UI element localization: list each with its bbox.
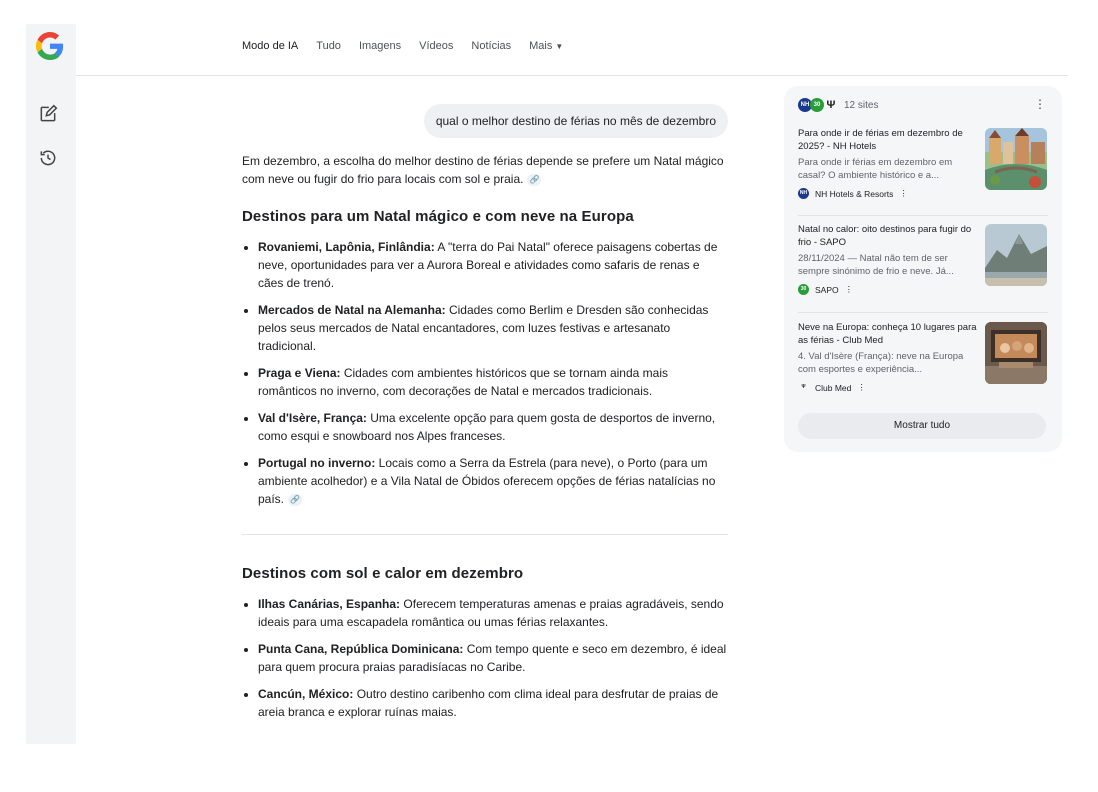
show-all-button[interactable]: Mostrar tudo: [798, 413, 1046, 439]
source-card-sapo[interactable]: Natal no calor: oito destinos para fugir…: [798, 224, 1048, 295]
link-icon[interactable]: 🔗: [527, 173, 542, 186]
source-title[interactable]: Neve na Europa: conheça 10 lugares para …: [798, 322, 978, 347]
list-item-title: Ilhas Canárias, Espanha:: [258, 597, 401, 611]
sapo-favicon-icon: 30: [810, 98, 824, 112]
list-item-title: Praga e Viena:: [258, 366, 341, 380]
user-query-bubble: qual o melhor destino de férias no mês d…: [423, 104, 728, 138]
more-options-icon[interactable]: ⋮: [899, 188, 908, 199]
tab-all[interactable]: Tudo: [316, 40, 341, 52]
snow-destinations-list: Rovaniemi, Lapônia, Finlândia: A "terra …: [242, 238, 728, 508]
source-divider: [798, 312, 1048, 313]
list-item: Cancún, México: Outro destino caribenho …: [258, 685, 728, 721]
link-icon[interactable]: 🔗: [288, 493, 303, 506]
chevron-down-icon: ▼: [555, 42, 564, 51]
nh-favicon-icon: NH: [798, 188, 809, 199]
sources-panel: NH 30 Ψ 12 sites ⋮ Para onde ir de féria…: [784, 86, 1062, 452]
tab-images[interactable]: Imagens: [359, 40, 401, 52]
more-options-icon[interactable]: ⋮: [1034, 97, 1046, 111]
top-nav: Modo de IA Tudo Imagens Vídeos Notícias …: [242, 40, 563, 52]
list-item: Rovaniemi, Lapônia, Finlândia: A "terra …: [258, 238, 728, 292]
list-item-title: Rovaniemi, Lapônia, Finlândia:: [258, 240, 435, 254]
header-divider: [76, 75, 1068, 76]
sun-destinations-list: Ilhas Canárias, Espanha: Oferecem temper…: [242, 595, 728, 721]
source-card-clubmed[interactable]: Neve na Europa: conheça 10 lugares para …: [798, 322, 1048, 393]
google-logo-icon[interactable]: [36, 32, 64, 60]
history-icon[interactable]: [38, 148, 58, 168]
tab-more[interactable]: Mais ▼: [529, 40, 563, 52]
more-options-icon[interactable]: ⋮: [857, 382, 866, 393]
tab-more-label: Mais: [529, 40, 553, 52]
section-heading-sun: Destinos com sol e calor em dezembro: [242, 565, 524, 582]
source-thumbnail-image[interactable]: [985, 224, 1047, 286]
section-heading-snow: Destinos para um Natal mágico e com neve…: [242, 208, 634, 225]
list-item-title: Val d'Isère, França:: [258, 411, 367, 425]
list-item: Portugal no inverno: Locais como a Serra…: [258, 454, 728, 508]
list-item: Ilhas Canárias, Espanha: Oferecem temper…: [258, 595, 728, 631]
source-snippet: 28/11/2024 — Natal não tem de ser sempre…: [798, 253, 954, 277]
source-thumbnail-image[interactable]: [985, 322, 1047, 384]
answer-intro: Em dezembro, a escolha do melhor destino…: [242, 152, 728, 188]
more-options-icon[interactable]: ⋮: [845, 284, 854, 295]
source-snippet: Para onde ir férias em dezembro em casal…: [798, 157, 953, 181]
clubmed-favicon-icon: Ψ: [826, 99, 836, 111]
sources-count: 12 sites: [844, 99, 879, 111]
section-divider: [242, 534, 728, 535]
clubmed-favicon-icon: Ψ: [801, 384, 806, 390]
source-site-name: Club Med: [815, 382, 852, 393]
source-card-nh[interactable]: Para onde ir de férias em dezembro de 20…: [798, 128, 1048, 199]
list-item-title: Cancún, México:: [258, 687, 354, 701]
tab-ai-mode[interactable]: Modo de IA: [242, 40, 298, 52]
sapo-favicon-icon: 30: [798, 284, 809, 295]
ai-answer: Em dezembro, a escolha do melhor destino…: [242, 152, 728, 730]
tab-videos[interactable]: Vídeos: [419, 40, 453, 52]
source-divider: [798, 215, 1048, 216]
source-title[interactable]: Natal no calor: oito destinos para fugir…: [798, 224, 978, 249]
source-title[interactable]: Para onde ir de férias em dezembro de 20…: [798, 128, 978, 153]
left-rail: [26, 24, 76, 744]
list-item-title: Portugal no inverno:: [258, 456, 376, 470]
list-item-title: Mercados de Natal na Alemanha:: [258, 303, 446, 317]
list-item: Mercados de Natal na Alemanha: Cidades c…: [258, 301, 728, 355]
source-thumbnail-image[interactable]: [985, 128, 1047, 190]
source-snippet: 4. Val d'Isère (França): neve na Europa …: [798, 351, 964, 375]
tab-news[interactable]: Notícias: [471, 40, 511, 52]
sources-header[interactable]: NH 30 Ψ 12 sites: [798, 98, 878, 112]
list-item: Punta Cana, República Dominicana: Com te…: [258, 640, 728, 676]
list-item-title: Punta Cana, República Dominicana:: [258, 642, 464, 656]
source-site-name: NH Hotels & Resorts: [815, 188, 894, 199]
list-item: Val d'Isère, França: Uma excelente opção…: [258, 409, 728, 445]
source-site-name: SAPO: [815, 284, 839, 295]
list-item: Praga e Viena: Cidades com ambientes his…: [258, 364, 728, 400]
new-chat-icon[interactable]: [38, 104, 58, 124]
answer-intro-text: Em dezembro, a escolha do melhor destino…: [242, 154, 724, 186]
